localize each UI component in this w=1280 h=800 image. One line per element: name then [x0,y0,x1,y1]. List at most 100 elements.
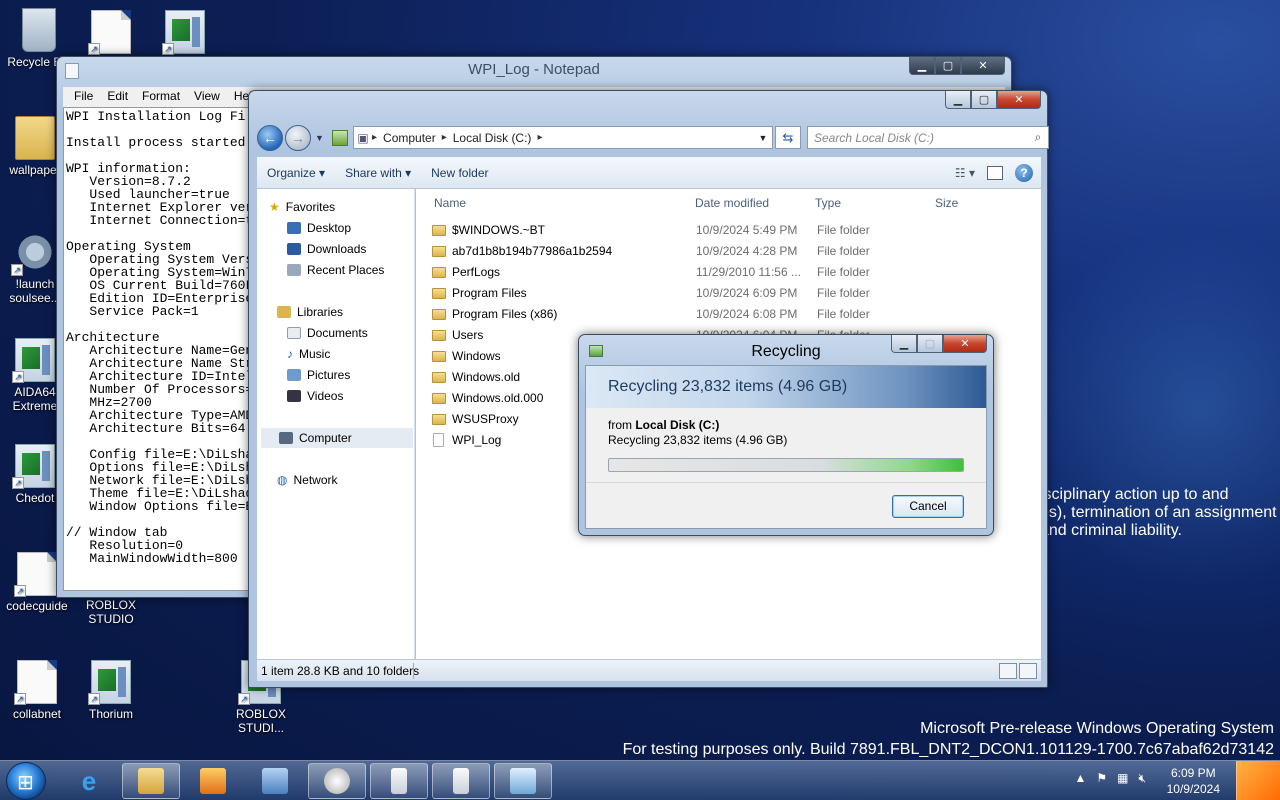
address-dropdown-icon[interactable]: ▼ [754,133,772,143]
minimize-button[interactable]: ▁ [945,91,971,109]
network-icon[interactable]: ▦ [1117,771,1128,786]
file-row[interactable]: $WINDOWS.~BT 10/9/2024 5:49 PM File folder [430,220,1070,241]
address-bar[interactable]: ▣ ▸ Computer ▸ Local Disk (C:) ▸ ▼ [353,126,773,149]
nav-documents[interactable]: Documents [287,323,368,343]
menu-edit[interactable]: Edit [100,87,135,107]
show-desktop-button[interactable] [1236,761,1280,800]
file-name: $WINDOWS.~BT [452,223,546,237]
nav-downloads[interactable]: Downloads [287,239,366,259]
organize-button[interactable]: Organize ▾ [257,166,335,180]
file-type: File folder [817,307,870,321]
taskbar-control-panel[interactable] [246,763,304,799]
recycling-dialog[interactable]: Recycling ▁ ▢ ✕ Recycling 23,832 items (… [578,334,994,536]
desktop-icon-thorium[interactable]: ↗ Thorium [72,660,150,721]
gear-icon: ↗ [11,230,55,276]
folder-icon [432,372,446,383]
thumbnail-view-icon[interactable] [1019,663,1037,679]
maximize-button[interactable]: ▢ [935,57,961,75]
nav-favorites[interactable]: ★ Favorites [269,197,335,217]
details-view-icon[interactable] [999,663,1017,679]
caption-buttons: ▁ ▢ ✕ [945,91,1041,109]
dialog-footer: Cancel [586,482,986,528]
nav-recent-places[interactable]: Recent Places [287,260,384,280]
up-folder-icon[interactable] [331,130,348,146]
menu-file[interactable]: File [67,87,100,107]
views-icon[interactable]: ☷ ▾ [955,166,975,180]
file-row[interactable]: Program Files 10/9/2024 6:09 PM File folde… [430,283,1070,304]
menu-view[interactable]: View [187,87,227,107]
minimize-button[interactable]: ▁ [891,335,917,353]
file-name: Windows.old [452,370,521,384]
taskbar-app-2[interactable] [370,763,428,799]
taskbar-explorer[interactable] [122,763,180,799]
taskbar-app-4[interactable] [494,763,552,799]
file-row[interactable]: ab7d1b8b194b77986a1b2594 10/9/2024 4:28 P… [430,241,1070,262]
computer-icon [279,432,293,444]
desktop-icon-label: ROBLOX STUDI... [235,707,286,735]
forward-button[interactable]: → [285,125,311,151]
taskbar-app-1[interactable] [308,763,366,799]
file-name: ab7d1b8b194b77986a1b2594 [452,244,613,258]
column-date-modified[interactable]: Date modified [695,191,769,215]
column-size[interactable]: Size [935,191,958,215]
flag-icon[interactable]: ⚑ [1096,771,1107,786]
maximize-button[interactable]: ▢ [971,91,997,109]
nav-videos[interactable]: Videos [287,386,343,406]
desktop-icon [287,222,301,234]
file-name: PerfLogs [452,265,501,279]
nav-label: Computer [299,431,352,445]
search-input[interactable]: Search Local Disk (C:) ⌕ [807,126,1049,149]
desktop-icon-collabnet[interactable]: ↗ collabnet [0,660,76,721]
breadcrumb-local-disk[interactable]: Local Disk (C:) [447,131,538,145]
column-type[interactable]: Type [815,191,841,215]
cancel-button[interactable]: Cancel [892,495,964,518]
close-button[interactable]: ✕ [961,57,1005,75]
progress-header: Recycling 23,832 items (4.96 GB) [586,366,986,408]
desktop-icon-shortcut-2[interactable]: ↗ [146,10,224,57]
file-type: File folder [817,286,870,300]
help-icon[interactable]: ? [1015,163,1033,182]
search-placeholder: Search Local Disk (C:) [814,130,935,145]
nav-computer[interactable]: Computer [261,428,413,448]
nav-label: Downloads [307,242,367,256]
policy-line: and criminal liability. [1040,522,1182,539]
preview-pane-icon[interactable] [987,165,1003,180]
column-name[interactable]: Name [434,191,466,215]
nav-label: Desktop [307,221,352,235]
file-name: WSUSProxy [452,412,519,426]
show-hidden-icons-icon[interactable]: ▲ [1074,771,1086,786]
taskbar-media-player[interactable] [184,763,242,799]
nav-libraries[interactable]: Libraries [277,302,343,322]
close-button[interactable]: ✕ [943,335,987,353]
breadcrumb-chevron-icon[interactable]: ▸ [537,132,542,143]
folder-icon [15,116,55,160]
file-row[interactable]: Program Files (x86) 10/9/2024 6:08 PM File… [430,304,1070,325]
refresh-button[interactable]: ⇆ [775,126,801,149]
taskbar-internet-explorer[interactable]: e [60,763,118,799]
close-button[interactable]: ✕ [997,91,1041,109]
nav-label: Network [293,473,338,487]
minimize-button[interactable]: ▁ [909,57,935,75]
desktop-icon-roblox-studio[interactable]: ROBLOX STUDIO [72,598,150,626]
document-icon: ↗ [14,552,57,597]
start-button[interactable] [6,762,46,800]
clock[interactable]: 6:09 PM 10/9/2024 [1167,765,1220,797]
back-button[interactable]: ← [257,125,283,151]
desktop-icon-shortcut-1[interactable]: ↗ [72,10,150,57]
status-divider [413,663,414,679]
share-with-button[interactable]: Share with ▾ [335,166,421,180]
recent-pages-dropdown-icon[interactable]: ▼ [315,133,324,143]
nav-network[interactable]: ◍ Network [277,470,338,490]
file-date: 10/9/2024 4:28 PM [696,244,798,258]
menu-format[interactable]: Format [135,87,187,107]
internet-explorer-icon: e [81,765,97,796]
breadcrumb-computer[interactable]: Computer [377,131,442,145]
volume-muted-icon[interactable]: 🔇︎ [1138,771,1146,786]
nav-music[interactable]: ♪ Music [287,344,330,364]
view-switcher [999,663,1037,679]
new-folder-button[interactable]: New folder [421,166,498,180]
taskbar-app-3[interactable] [432,763,490,799]
nav-pictures[interactable]: Pictures [287,365,350,385]
file-row[interactable]: PerfLogs 11/29/2010 11:56 ... File folder [430,262,1070,283]
nav-desktop[interactable]: Desktop [287,218,351,238]
